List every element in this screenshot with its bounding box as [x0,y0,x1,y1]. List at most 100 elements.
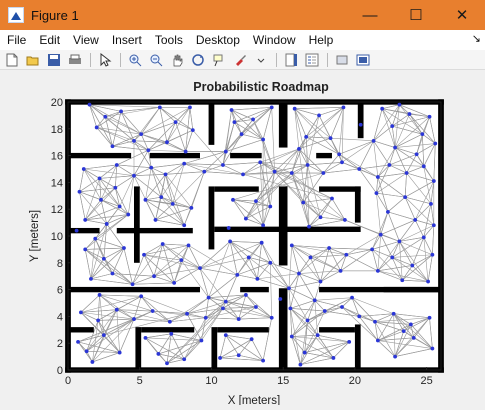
roadmap-node [249,337,254,342]
menu-tools[interactable]: Tools [148,33,189,47]
close-button[interactable]: ✕ [439,0,485,30]
roadmap-node [76,339,80,344]
roadmap-node [304,134,309,139]
roadmap-node [342,218,347,222]
roadmap-node [198,266,202,271]
save-icon[interactable] [46,52,62,68]
zoom-in-icon[interactable] [127,52,143,68]
roadmap-node [397,102,402,107]
x-tick-label: 25 [421,375,433,387]
roadmap-node [139,132,144,137]
roadmap-node [188,105,192,110]
print-icon[interactable] [67,52,83,68]
roadmap-node [378,232,383,237]
roadmap-node [340,305,344,309]
open-file-icon[interactable] [25,52,41,68]
roadmap-node [130,282,135,287]
minimize-button[interactable]: — [347,0,393,30]
link-plot-icon[interactable] [253,52,269,68]
menu-bar: File Edit View Insert Tools Desktop Wind… [0,30,485,50]
roadmap-node [223,299,228,304]
menu-view[interactable]: View [66,33,105,47]
roadmap-node [268,204,273,209]
hide-plot-tools-icon[interactable] [334,52,350,68]
roadmap-node [421,235,426,240]
roadmap-node [199,338,204,343]
x-tick-label: 5 [137,375,143,387]
menu-overflow-icon[interactable]: ↘ [472,32,481,45]
roadmap-node [357,167,362,171]
wall-segment [211,327,218,370]
wall-segment [68,327,94,333]
new-figure-icon[interactable] [4,52,20,68]
roadmap-node [146,148,151,153]
menu-edit[interactable]: Edit [32,33,66,47]
roadmap-node [254,199,258,204]
menu-insert[interactable]: Insert [105,33,148,47]
roadmap-node [341,105,346,110]
wall-segment [141,327,195,333]
maximize-button[interactable]: ☐ [393,0,439,30]
roadmap-node [427,114,432,119]
wall-segment [354,186,361,223]
roadmap-node [79,310,83,315]
brush-icon[interactable] [232,52,248,68]
roadmap-node [289,243,294,248]
figure-toolbar [0,50,485,70]
roadmap-node [190,128,195,133]
y-tick-label: 12 [51,204,63,216]
menu-help[interactable]: Help [302,33,340,47]
roadmap-node [132,317,136,321]
roadmap-node [221,163,225,167]
roadmap-node [302,350,307,355]
rotate-3d-icon[interactable] [190,52,206,68]
data-cursor-icon[interactable] [211,52,227,68]
roadmap-node [114,307,119,312]
zoom-out-icon[interactable] [148,52,164,68]
pan-icon[interactable] [169,52,185,68]
roadmap-node [94,125,99,130]
roadmap-plot[interactable]: Probabilistic Roadmap 0 5 10 15 20 25 0 2 4 6 8 10… [0,71,485,407]
roadmap-node [90,360,95,364]
roadmap-node [390,124,395,129]
window-controls: — ☐ ✕ [347,0,485,30]
roadmap-node [172,281,177,285]
roadmap-node [431,179,436,183]
show-plot-tools-icon[interactable] [355,52,371,68]
roadmap-node [375,268,380,273]
colorbar-icon[interactable] [283,52,299,68]
pointer-icon[interactable] [97,52,113,68]
wall-segment [217,327,269,333]
roadmap-node [390,255,395,260]
menu-window[interactable]: Window [246,33,302,47]
roadmap-node [218,356,222,360]
toolbar-separator [90,52,91,67]
roadmap-node [430,346,435,351]
roadmap-node [156,352,161,356]
wall-segment [214,186,259,192]
window-titlebar: Figure 1 — ☐ ✕ [0,0,485,30]
menu-desktop[interactable]: Desktop [189,33,246,47]
roadmap-node [150,309,155,313]
roadmap-node [96,318,101,323]
roadmap-node [114,163,119,167]
roadmap-node [357,314,362,319]
roadmap-node [261,137,266,142]
roadmap-node [143,335,148,340]
roadmap-node [223,333,228,338]
roadmap-node [169,331,174,336]
legend-icon[interactable] [304,52,320,68]
y-tick-label: 10 [51,231,63,243]
roadmap-node [117,204,122,209]
menu-file[interactable]: File [0,33,32,47]
roadmap-node [358,122,363,127]
roadmap-node [110,271,115,276]
wall-segment [68,286,200,293]
toolbar-separator [120,52,121,67]
roadmap-node [404,171,409,175]
roadmap-node [206,295,211,300]
wall-segment [208,102,215,145]
y-tick-label: 16 [51,151,63,163]
wall-segment [354,324,361,370]
roadmap-node [305,318,310,323]
